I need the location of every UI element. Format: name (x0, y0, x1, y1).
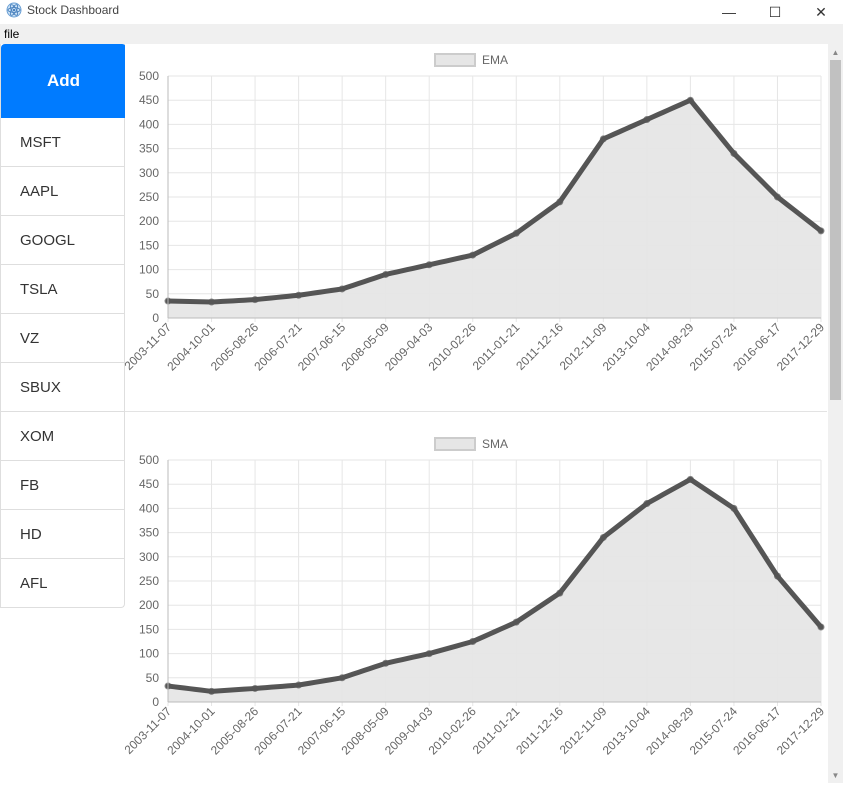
data-point (730, 504, 738, 512)
data-point (295, 291, 303, 299)
y-tick-label: 150 (139, 238, 159, 252)
legend: EMA (434, 53, 508, 67)
minimize-button[interactable]: — (706, 0, 752, 24)
data-point (208, 298, 216, 306)
ticker-item-msft[interactable]: MSFT (1, 118, 125, 167)
data-point (338, 285, 346, 293)
y-tick-label: 350 (139, 142, 159, 156)
data-point (599, 135, 607, 143)
y-tick-label: 150 (139, 622, 159, 636)
ticker-item-googl[interactable]: GOOGL (1, 216, 125, 265)
y-tick-label: 450 (139, 477, 159, 491)
data-point (556, 589, 564, 597)
maximize-button[interactable]: ☐ (752, 0, 798, 24)
y-tick-label: 0 (152, 695, 159, 709)
scroll-down-arrow-icon[interactable]: ▼ (828, 768, 843, 782)
scroll-thumb[interactable] (830, 60, 841, 400)
data-point (817, 227, 825, 235)
chart-panel: EMA 0 50 100 150 200 250 300 350 400 450 500 2003-11… (125, 44, 827, 783)
add-button[interactable]: Add (1, 44, 126, 118)
chart-divider (125, 411, 827, 412)
y-tick-label: 300 (139, 166, 159, 180)
data-point (469, 638, 477, 645)
y-tick-label: 400 (139, 501, 159, 515)
y-tick-label: 250 (139, 190, 159, 204)
data-point (469, 251, 477, 259)
sidebar: Add MSFT AAPL GOOGL TSLA VZ SBUX XOM FB … (0, 44, 126, 608)
ticker-item-fb[interactable]: FB (1, 461, 125, 510)
x-tick-label: 2017-12-29 (774, 320, 827, 374)
close-button[interactable]: ✕ (798, 0, 843, 24)
vertical-scrollbar[interactable]: ▲ ▼ (828, 44, 843, 783)
data-point (251, 296, 259, 304)
scroll-up-arrow-icon[interactable]: ▲ (828, 45, 843, 59)
y-tick-label: 100 (139, 263, 159, 277)
y-tick-label: 200 (139, 214, 159, 228)
y-tick-label: 300 (139, 550, 159, 564)
ticker-item-xom[interactable]: XOM (1, 412, 125, 461)
legend-swatch (434, 437, 476, 451)
data-point (773, 193, 781, 201)
series-area (168, 100, 821, 318)
y-tick-label: 350 (139, 526, 159, 540)
data-point (773, 572, 781, 580)
legend-swatch (434, 53, 476, 67)
data-point (425, 261, 433, 269)
data-point (599, 533, 607, 541)
ticker-item-sbux[interactable]: SBUX (1, 363, 125, 412)
data-point (338, 674, 346, 682)
legend-label: SMA (482, 437, 508, 451)
y-tick-label: 50 (146, 671, 160, 685)
data-point (382, 659, 390, 667)
menu-file[interactable]: file (4, 27, 19, 41)
y-tick-label: 500 (139, 453, 159, 467)
ticker-item-tsla[interactable]: TSLA (1, 265, 125, 314)
y-tick-label: 400 (139, 117, 159, 131)
data-point (643, 500, 651, 508)
x-tick-label: 2017-12-29 (774, 704, 827, 758)
ema-chart: EMA0501001502002503003504004505002003-11… (125, 53, 827, 374)
window-title: Stock Dashboard (27, 3, 120, 17)
legend: SMA (434, 437, 508, 451)
title-bar: Stock Dashboard — ☐ ✕ (0, 0, 843, 24)
y-tick-label: 0 (152, 311, 159, 325)
y-tick-label: 100 (139, 647, 159, 661)
data-point (512, 618, 520, 626)
series-area (168, 479, 821, 702)
data-point (382, 270, 390, 278)
y-tick-label: 500 (139, 69, 159, 83)
menu-bar: file (0, 24, 843, 44)
y-tick-label: 200 (139, 598, 159, 612)
data-point (643, 116, 651, 124)
legend-label: EMA (482, 53, 508, 67)
data-point (295, 681, 303, 689)
ticker-item-afl[interactable]: AFL (1, 559, 125, 608)
data-point (730, 149, 738, 157)
data-point (686, 96, 694, 104)
ticker-item-aapl[interactable]: AAPL (1, 167, 125, 216)
y-tick-label: 450 (139, 93, 159, 107)
data-point (556, 198, 564, 206)
data-point (425, 650, 433, 658)
data-point (251, 684, 259, 692)
data-point (208, 687, 216, 695)
y-tick-label: 250 (139, 574, 159, 588)
app-icon (6, 2, 22, 18)
ticker-item-vz[interactable]: VZ (1, 314, 125, 363)
ticker-item-hd[interactable]: HD (1, 510, 125, 559)
sma-chart: SMA0501001502002503003504004505002003-11… (125, 437, 827, 758)
data-point (512, 229, 520, 237)
data-point (817, 623, 825, 631)
data-point (686, 475, 694, 483)
y-tick-label: 50 (146, 287, 160, 301)
